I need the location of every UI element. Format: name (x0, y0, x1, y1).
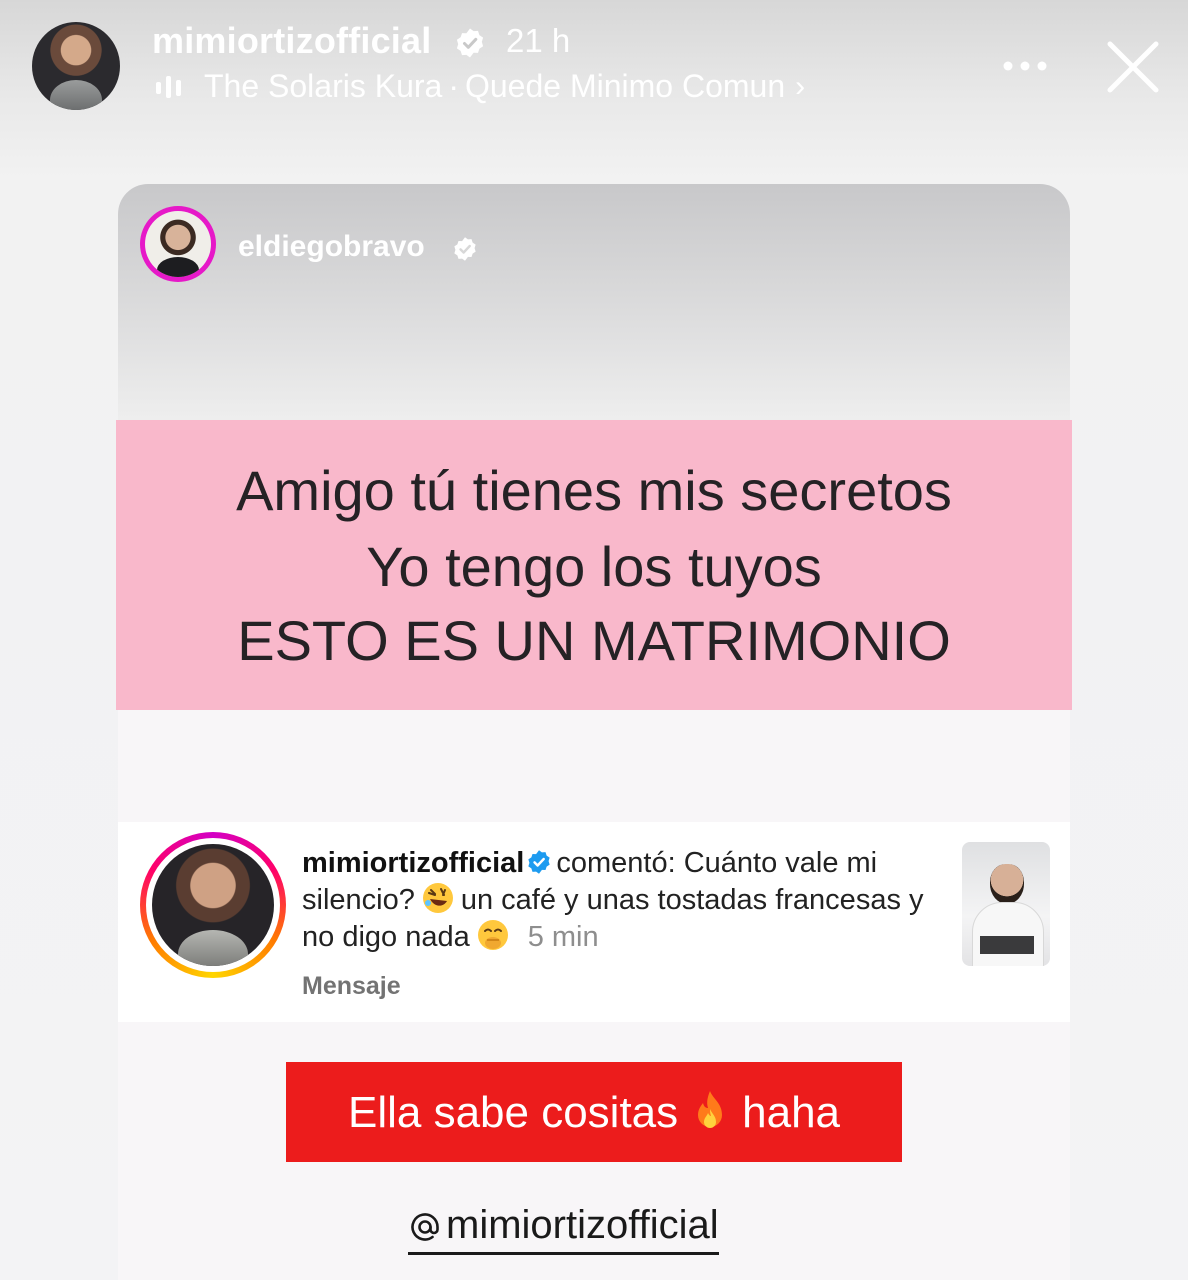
music-link[interactable]: The Solaris Kura · Quede Minimo Comun › (204, 68, 805, 105)
mention-handle: mimiortizofficial (446, 1202, 719, 1247)
commenter-avatar (152, 844, 274, 966)
story-header: mimiortizofficial 21 h The Solaris Kura … (0, 0, 1188, 130)
music-separator: · (448, 68, 459, 104)
message-button[interactable]: Mensaje (302, 972, 401, 1001)
story-time: 21 h (506, 22, 571, 59)
red-text-2: haha (742, 1088, 841, 1137)
pink-line-3: ESTO ES UN MATRIMONIO (237, 609, 951, 672)
chevron-right-icon: › (795, 69, 806, 103)
more-options-icon[interactable] (1000, 56, 1050, 76)
pink-text-banner: Amigo tú tienes mis secretos Yo tengo lo… (116, 420, 1072, 710)
story-avatar[interactable] (32, 22, 120, 110)
comment-time: 5 min (527, 921, 599, 953)
at-sign-icon (411, 1213, 439, 1241)
verified-badge-icon (454, 237, 476, 261)
mention-sticker[interactable]: mimiortizofficial (408, 1200, 719, 1255)
verified-blue-icon (528, 850, 551, 874)
music-bars-icon (156, 76, 181, 98)
comment-text: mimiortizofficial comentó: Cuánto vale mi… (302, 846, 942, 955)
card-username: eldiegobravo (238, 230, 425, 263)
post-thumbnail[interactable] (962, 842, 1050, 966)
card-avatar-photo (145, 211, 211, 277)
story-ring-avatar (140, 832, 286, 978)
music-track: Quede Minimo Comun (464, 68, 786, 104)
music-artist: The Solaris Kura (204, 68, 443, 104)
pink-line-1: Amigo tú tienes mis secretos (236, 459, 952, 522)
red-text-banner: Ella sabe cositas haha (286, 1062, 902, 1162)
card-header: eldiegobravo (118, 184, 1070, 420)
red-text-1: Ella sabe cositas (347, 1088, 679, 1137)
verified-badge-icon (456, 28, 484, 58)
comment-notification[interactable]: mimiortizofficial comentó: Cuánto vale mi… (118, 822, 1070, 1022)
comment-username: mimiortizofficial (302, 847, 525, 879)
fire-emoji-icon (698, 1091, 723, 1128)
hand-over-mouth-emoji-icon (477, 920, 508, 950)
red-banner-text: Ella sabe cositas haha (286, 1088, 902, 1138)
rolling-laughing-emoji-icon (422, 883, 453, 913)
story-username[interactable]: mimiortizofficial (152, 20, 431, 62)
pink-line-2: Yo tengo los tuyos (366, 535, 822, 598)
close-icon[interactable] (1104, 38, 1162, 96)
card-avatar (140, 206, 216, 282)
